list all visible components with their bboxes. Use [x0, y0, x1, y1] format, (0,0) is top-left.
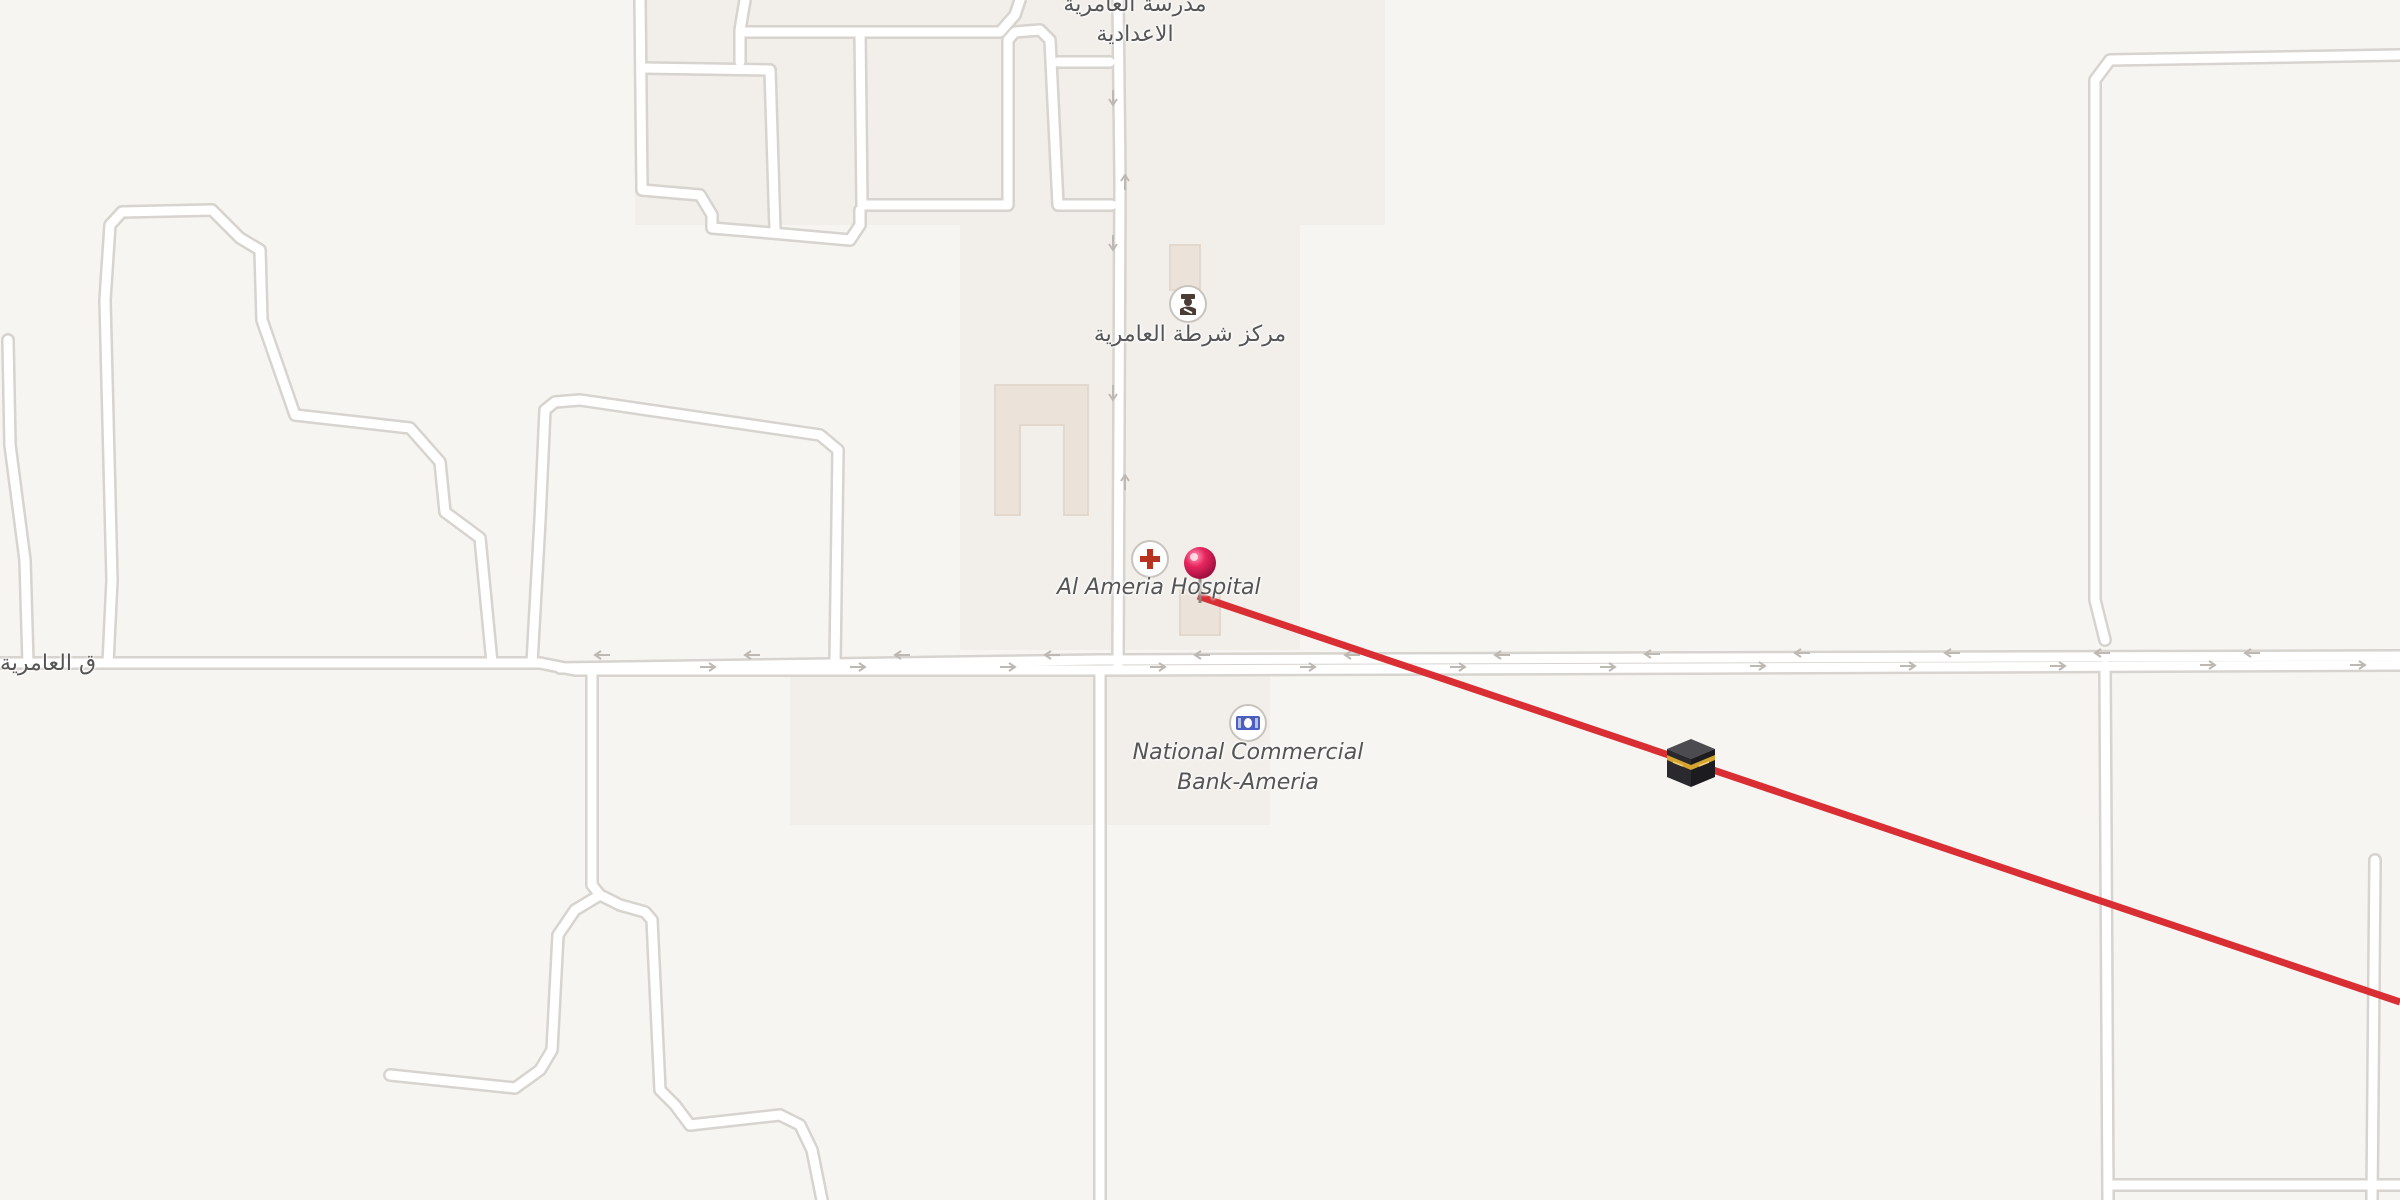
- kaaba-icon[interactable]: [1663, 735, 1719, 791]
- banknote-icon: [1236, 716, 1260, 730]
- map-canvas[interactable]: مدرسة العامرية الاعدادية مركز شرطة العام…: [0, 0, 2400, 1200]
- bank-label-line1: National Commercial: [1132, 740, 1364, 765]
- police-label: مركز شرطة العامرية: [1093, 322, 1287, 347]
- police-poi-marker[interactable]: [1169, 285, 1207, 323]
- bank-label-line2: Bank-Ameria: [1177, 770, 1319, 795]
- bank-poi-marker[interactable]: [1229, 704, 1267, 742]
- police-officer-icon: [1180, 294, 1196, 315]
- hospital-cross-icon: [1140, 549, 1160, 569]
- school-label-line2: الاعدادية: [1096, 22, 1174, 47]
- road-label: ق العامرية: [0, 651, 97, 676]
- hospital-label: Al Ameria Hospital: [1057, 575, 1261, 600]
- bank-label: National Commercial Bank-Ameria: [1108, 738, 1388, 798]
- school-label: مدرسة العامرية الاعدادية: [1035, 0, 1235, 50]
- school-label-line1: مدرسة العامرية: [1063, 0, 1207, 17]
